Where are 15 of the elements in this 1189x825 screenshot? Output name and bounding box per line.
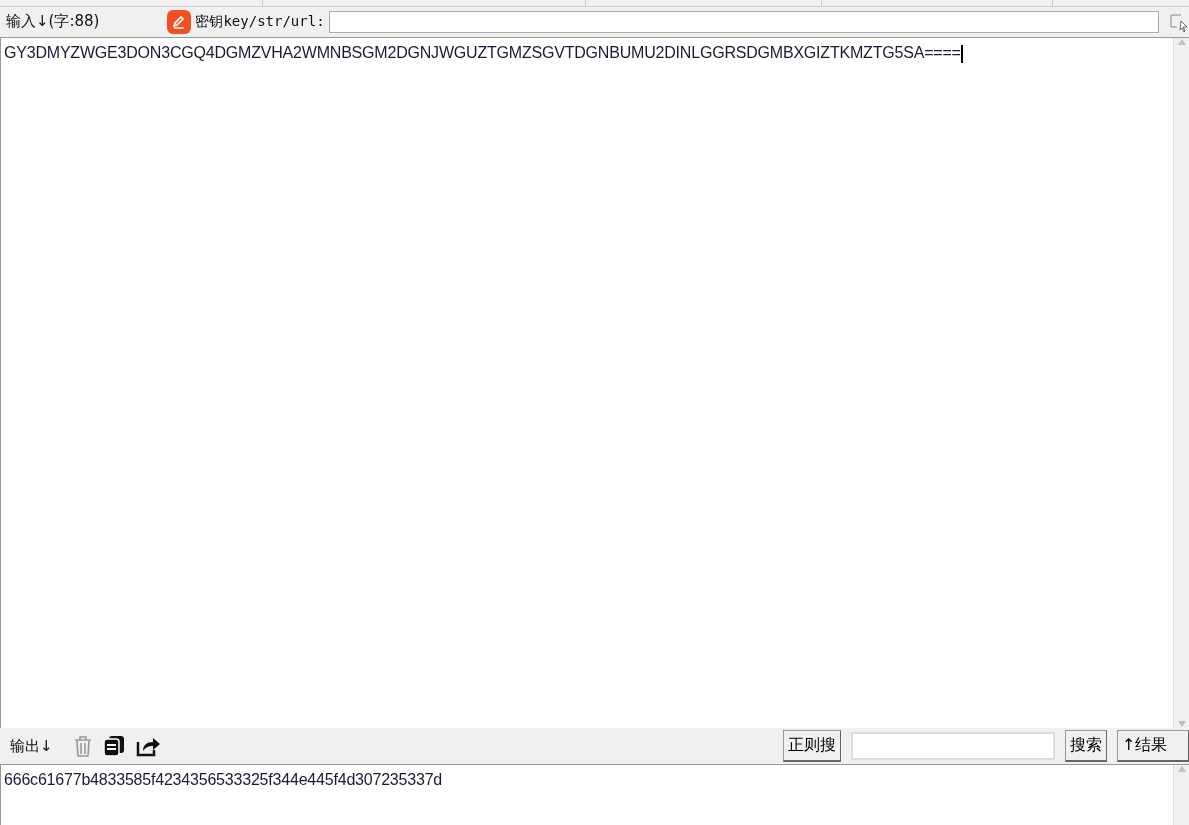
scrollbar[interactable]	[1173, 765, 1189, 825]
scroll-up-icon[interactable]	[1176, 765, 1187, 774]
search-button[interactable]: 搜索	[1065, 730, 1107, 763]
trash-icon[interactable]	[72, 735, 93, 758]
scrollbar[interactable]	[1173, 37, 1189, 729]
key-label: 密钥key/str/url:	[195, 12, 325, 31]
pencil-icon[interactable]	[167, 9, 192, 34]
result-button[interactable]: ↑结果	[1117, 730, 1189, 763]
copy-icon[interactable]	[102, 735, 125, 758]
input-label: 输入↓(字:88)	[6, 12, 100, 32]
key-field[interactable]	[328, 10, 1159, 33]
scroll-up-icon[interactable]	[1176, 37, 1187, 46]
output-label: 输出↓	[10, 736, 53, 756]
regex-search-button[interactable]: 正则搜	[783, 730, 841, 763]
search-field[interactable]	[851, 732, 1055, 761]
